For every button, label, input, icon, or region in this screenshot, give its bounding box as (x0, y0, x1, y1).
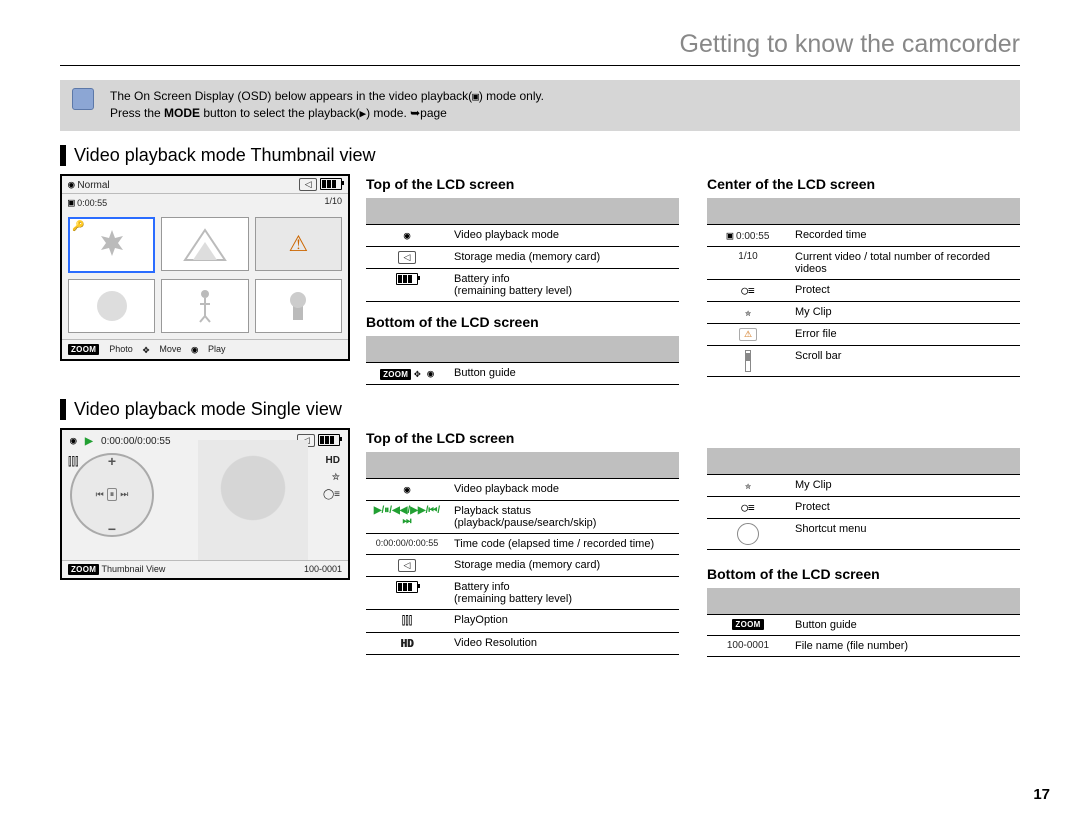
normal-label: Normal (77, 180, 109, 191)
page-title: Getting to know the camcorder (60, 30, 1020, 59)
table-row: ✮My Clip (707, 474, 1020, 496)
section-title-thumbnail: Video playback mode Thumbnail view (60, 145, 1020, 166)
zoom-label-icon: ZOOM (732, 619, 763, 630)
table-row: ▶/⏸/◀◀/▶▶/⏮/⏭Playback status (playback/p… (366, 500, 679, 533)
key-icon: ◯≡ (741, 501, 754, 514)
note-box: The On Screen Display (OSD) below appear… (60, 80, 1020, 131)
star-icon: ✮ (745, 479, 752, 492)
table-top-lcd-2: ◉Video playback mode ▶/⏸/◀◀/▶▶/⏮/⏭Playba… (366, 452, 679, 655)
note-line-1: The On Screen Display (OSD) below appear… (110, 88, 1006, 105)
key-icon: ◯≡ (741, 284, 754, 297)
table-bottom-lcd-2: ZOOMButton guide 100-0001File name (file… (707, 588, 1020, 657)
battery-icon (318, 434, 340, 446)
table-row: 0:00:00/0:00:55Time code (elapsed time /… (366, 533, 679, 554)
top-lcd-heading-1: Top of the LCD screen (366, 176, 679, 192)
card-icon: ◁ (398, 559, 416, 572)
table-row: 1/10Current video / total number of reco… (707, 246, 1020, 279)
table-row: ZOOM ✥ ◉Button guide (366, 362, 679, 384)
film-icon: ◉ (404, 483, 411, 496)
section-title-single: Video playback mode Single view (60, 399, 1020, 420)
bottom-lcd-heading-1: Bottom of the LCD screen (366, 314, 679, 330)
play-mode-icon: ▣ (472, 89, 479, 105)
battery-icon (320, 178, 342, 190)
card-icon: ◁ (398, 251, 416, 264)
table-row: HDVideo Resolution (366, 632, 679, 654)
film-icon: ◉ (404, 229, 411, 242)
lcd-single-view: ◉ ▶ 0:00:00/0:00:55 ◁ HD ✮ ◯≡ ⫿⫿⫿ + ⏮⏸⏭ … (60, 428, 350, 580)
scroll-icon (745, 350, 751, 372)
move-label: Move (159, 344, 181, 354)
thumbnail-1-selected: 🔑 (68, 217, 155, 273)
table-row: Shortcut menu (707, 518, 1020, 549)
table-bottom-lcd-1: ZOOM ✥ ◉Button guide (366, 336, 679, 385)
thumbnail-3-error: ⚠ (255, 217, 342, 271)
zoom-label: ZOOM (68, 344, 99, 355)
table-row: Battery info (remaining battery level) (366, 268, 679, 301)
key-icon: ◯≡ (323, 486, 340, 503)
play-icon: ◉ (191, 343, 198, 356)
table-row: ✮My Clip (707, 301, 1020, 323)
lcd-thumbnail-view: ◉ Normal ◁ ▣ 0:00:55 1/10 🔑 ⚠ ZOOMPhoto … (60, 174, 350, 361)
table-top-lcd-1: ◉Video playback mode ◁Storage media (mem… (366, 198, 679, 302)
table-row: ◉Video playback mode (366, 478, 679, 500)
table-row: ⚠Error file (707, 323, 1020, 345)
zoom-label-icon: ZOOM (380, 369, 411, 380)
note-line-2: Press the MODE button to select the play… (110, 105, 1006, 122)
recorded-time: ▣ 0:00:55 (68, 196, 107, 209)
move-icon: ✥ (143, 343, 150, 356)
thumbnail-5 (161, 279, 248, 333)
counter: 1/10 (324, 196, 342, 209)
film-icon: ◉ (70, 434, 77, 447)
center-lcd-heading: Center of the LCD screen (707, 176, 1020, 192)
card-icon: ◁ (299, 178, 317, 191)
thumbnail-grid: 🔑 ⚠ (62, 211, 348, 339)
table-row: Battery info (remaining battery level) (366, 576, 679, 609)
thumbnail-4 (68, 279, 155, 333)
film-icon: ◉ (68, 178, 75, 191)
warn-icon: ⚠ (739, 328, 757, 341)
table-row: ◁Storage media (memory card) (366, 554, 679, 576)
table-row: ZOOMButton guide (707, 614, 1020, 635)
file-number: 100-0001 (304, 564, 342, 574)
star-icon: ✮ (323, 469, 340, 486)
play-status-icon: ▶ (85, 436, 93, 447)
thumbnail-6 (255, 279, 342, 333)
photo-label: Photo (109, 344, 133, 354)
star-icon: ✮ (745, 306, 752, 319)
bottom-lcd-heading-2: Bottom of the LCD screen (707, 566, 1020, 582)
table-row: ◉Video playback mode (366, 224, 679, 246)
timecode: 0:00:00/0:00:55 (101, 436, 171, 447)
table-row: ⫿⫿⫿PlayOption (366, 609, 679, 632)
control-pad: + ⏮⏸⏭ − (70, 453, 154, 537)
battery-icon (396, 581, 418, 593)
page-header: Getting to know the camcorder (60, 30, 1020, 66)
play-label: Play (208, 344, 226, 354)
thumbnail-2 (161, 217, 248, 271)
table-row: ◁Storage media (memory card) (366, 246, 679, 268)
battery-icon (396, 273, 418, 285)
table-row: Scroll bar (707, 345, 1020, 376)
video-frame-silhouette (198, 440, 308, 560)
table-row: 100-0001File name (file number) (707, 635, 1020, 656)
playopt-icon: ⫿⫿⫿ (68, 456, 79, 469)
table-row: ◯≡Protect (707, 279, 1020, 301)
table-top-lcd-2-right: ✮My Clip ◯≡Protect Shortcut menu (707, 448, 1020, 550)
table-center-lcd: ▣ 0:00:55Recorded time 1/10Current video… (707, 198, 1020, 377)
dial-icon (737, 523, 759, 545)
table-row: ◯≡Protect (707, 496, 1020, 518)
play-ctrl-icons: ▶/⏸/◀◀/▶▶/⏮/⏭ (374, 505, 440, 527)
thumbnail-view-label: Thumbnail View (102, 564, 166, 574)
playopt-icon: ⫿⫿⫿ (402, 614, 413, 628)
hd-badge: HD (323, 452, 340, 469)
note-icon (72, 88, 94, 110)
zoom-label: ZOOM (68, 564, 99, 575)
page-number: 17 (1033, 786, 1050, 803)
table-row: ▣ 0:00:55Recorded time (707, 224, 1020, 246)
top-lcd-heading-2: Top of the LCD screen (366, 430, 679, 446)
